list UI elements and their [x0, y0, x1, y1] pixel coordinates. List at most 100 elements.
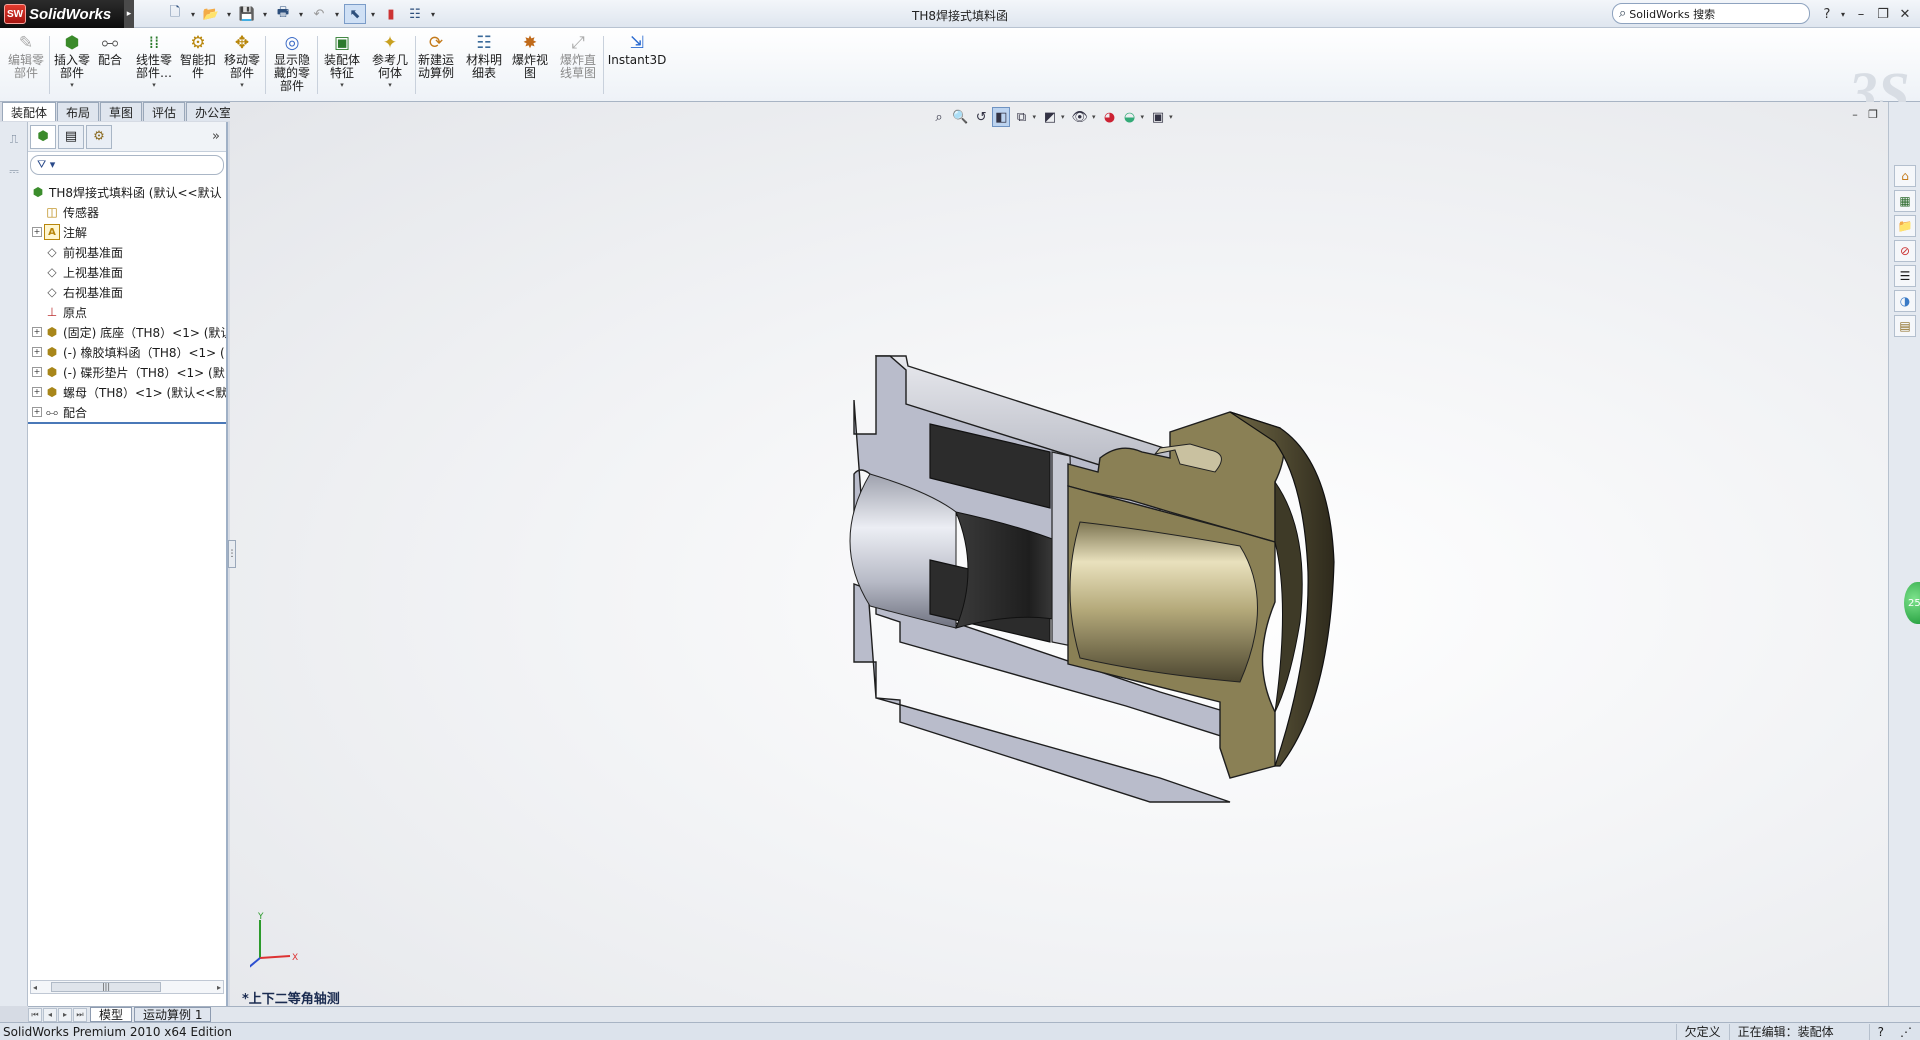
tree-item[interactable]: ◇ 前视基准面 — [28, 242, 226, 262]
print-dropdown[interactable]: ▾ — [296, 4, 306, 24]
view-palette-icon[interactable]: ☰ — [1894, 265, 1916, 287]
property-manager-tab-icon[interactable]: ▤ — [58, 124, 84, 149]
tree-item[interactable]: + A 注解 — [28, 222, 226, 242]
cmd-reference-geometry-button[interactable]: ✦ 参考几 何体 ▾ — [368, 32, 412, 98]
cmd-motion-study-button[interactable]: ⟳ 新建运 动算例 — [414, 32, 458, 98]
cmd-smart-fastener-button[interactable]: ⚙ 智能扣 件 — [178, 32, 218, 98]
zoom-to-area-icon[interactable]: 🔍 — [950, 107, 970, 127]
select-pointer-icon[interactable]: ⬉ — [344, 4, 366, 24]
cmd-explode-line-sketch-button[interactable]: ⤢ 爆炸直 线草图 — [556, 32, 600, 98]
cmd-exploded-view-button[interactable]: ✸ 爆炸视 图 — [508, 32, 552, 98]
tab-motion-study-1[interactable]: 运动算例 1 — [134, 1007, 212, 1022]
save-dropdown[interactable]: ▾ — [260, 4, 270, 24]
tree-item[interactable]: + ⬢ (-) 橡胶填料函（TH8）<1> ( — [28, 342, 226, 362]
file-explorer-icon[interactable]: 📁 — [1894, 215, 1916, 237]
view-orientation-dropdown[interactable]: ▾ — [1032, 113, 1036, 121]
solidworks-resources-icon[interactable]: ⌂ — [1894, 165, 1916, 187]
expand-icon[interactable]: + — [32, 367, 42, 377]
options-icon[interactable]: ☷ — [404, 4, 426, 24]
minimize-icon[interactable]: – — [1850, 4, 1872, 24]
view-orientation-icon[interactable]: ⧉ — [1012, 107, 1030, 127]
apply-scene-icon[interactable]: ◒ — [1121, 107, 1139, 127]
next-tab-icon[interactable]: ▸ — [58, 1007, 72, 1022]
close-icon[interactable]: ✕ — [1894, 4, 1916, 24]
cmd-instant3d-button[interactable]: ⇲ Instant3D — [608, 32, 667, 98]
scroll-right-icon[interactable]: ▸ — [217, 983, 221, 992]
view-settings-icon[interactable]: ▣ — [1149, 107, 1167, 127]
rebuild-icon[interactable]: ▮ — [380, 4, 402, 24]
panel-splitter-handle[interactable]: ⋮ — [228, 540, 237, 568]
scroll-thumb[interactable]: ||| — [51, 982, 162, 992]
tab-evaluate[interactable]: 评估 — [143, 102, 186, 121]
expand-icon[interactable]: + — [32, 407, 42, 417]
hide-show-items-icon[interactable]: 👁 — [1070, 107, 1091, 127]
tree-item[interactable]: ◇ 右视基准面 — [28, 282, 226, 302]
tree-item[interactable]: + ⧟ 配合 — [28, 402, 226, 422]
cmd-edit-component-button[interactable]: ✎ 编辑零 部件 — [6, 32, 46, 98]
custom-properties-icon[interactable]: ▤ — [1894, 315, 1916, 337]
tree-horizontal-scrollbar[interactable]: ◂ ||| ▸ — [30, 980, 224, 994]
previous-view-icon[interactable]: ↺ — [972, 107, 990, 127]
tree-root-assembly[interactable]: ⬢ TH8焊接式填料函 (默认<<默认 — [28, 182, 226, 202]
tree-filter[interactable]: ⛛ ▾ — [30, 155, 224, 175]
restore-icon[interactable]: ❐ — [1872, 4, 1894, 24]
status-help-icon[interactable]: ? — [1868, 1023, 1892, 1040]
display-style-dropdown[interactable]: ▾ — [1061, 113, 1065, 121]
display-style-icon[interactable]: ◩ — [1041, 107, 1059, 127]
expand-icon[interactable]: + — [32, 347, 42, 357]
cmd-assembly-feature-button[interactable]: ▣ 装配体 特征 ▾ — [320, 32, 364, 98]
tab-sketch[interactable]: 草图 — [100, 102, 143, 121]
tab-model[interactable]: 模型 — [90, 1007, 133, 1022]
hide-show-dropdown[interactable]: ▾ — [1092, 113, 1096, 121]
prev-tab-icon[interactable]: ◂ — [43, 1007, 57, 1022]
options-dropdown[interactable]: ▾ — [428, 4, 438, 24]
apply-scene-dropdown[interactable]: ▾ — [1141, 113, 1145, 121]
cmd-dropdown-icon[interactable]: ▾ — [70, 81, 74, 89]
select-dropdown[interactable]: ▾ — [368, 4, 378, 24]
cmd-mate-button[interactable]: ⧟ 配合 — [96, 32, 124, 98]
new-dropdown[interactable]: ▾ — [188, 4, 198, 24]
undo-icon[interactable]: ↶ — [308, 4, 330, 24]
first-tab-icon[interactable]: ⏮ — [28, 1007, 42, 1022]
last-tab-icon[interactable]: ⏭ — [73, 1007, 87, 1022]
cmd-move-component-button[interactable]: ✥ 移动零 部件 ▾ — [222, 32, 262, 98]
design-library-icon[interactable]: ▦ — [1894, 190, 1916, 212]
tree-item[interactable]: + ⬢ (固定) 底座（TH8）<1> (默认 — [28, 322, 226, 342]
cmd-bom-button[interactable]: ☷ 材料明 细表 — [462, 32, 506, 98]
tree-item[interactable]: ◫ 传感器 — [28, 202, 226, 222]
tab-layout[interactable]: 布局 — [57, 102, 100, 121]
open-folder-icon[interactable]: 📂 — [200, 4, 222, 24]
appearances-icon[interactable]: ◑ — [1894, 290, 1916, 312]
expand-panel-icon[interactable]: » — [212, 129, 220, 144]
view-settings-dropdown[interactable]: ▾ — [1169, 113, 1173, 121]
feature-tree-tab-icon[interactable]: ⬢ — [30, 124, 56, 149]
save-icon[interactable]: 💾 — [236, 4, 258, 24]
menu-expand-icon[interactable]: ▸ — [124, 0, 134, 28]
cmd-dropdown-icon[interactable]: ▾ — [340, 81, 344, 89]
cmd-linear-pattern-button[interactable]: ⁞⁞ 线性零 部件… ▾ — [134, 32, 174, 98]
cmd-dropdown-icon[interactable]: ▾ — [240, 81, 244, 89]
flyout-tree-icon[interactable]: ⎍ — [3, 132, 25, 154]
cmd-show-hidden-button[interactable]: ◎ 显示隐 藏的零 部件 — [270, 32, 314, 98]
graphics-area[interactable]: ⌕ 🔍 ↺ ◧ ⧉ ▾ ◩ ▾ 👁 ▾ ◕ ◒ ▾ ▣ ▾ – ❐ Y X *上… — [230, 102, 1888, 1007]
open-dropdown[interactable]: ▾ — [224, 4, 234, 24]
expand-icon[interactable]: + — [32, 387, 42, 397]
edit-appearance-icon[interactable]: ◕ — [1101, 107, 1119, 127]
search-results-icon[interactable]: ⊘ — [1894, 240, 1916, 262]
expand-icon[interactable]: + — [32, 327, 42, 337]
section-view-icon[interactable]: ◧ — [992, 107, 1011, 127]
tree-item[interactable]: ◇ 上视基准面 — [28, 262, 226, 282]
print-icon[interactable]: 🖶 — [272, 4, 294, 24]
tree-item[interactable]: ⊥ 原点 — [28, 302, 226, 322]
viewport-restore-icon[interactable]: ❐ — [1864, 108, 1882, 124]
cmd-dropdown-icon[interactable]: ▾ — [388, 81, 392, 89]
flyout-sketch-icon[interactable]: ⎓ — [3, 164, 25, 186]
app-menu-logo[interactable]: SW SolidWorks ▸ — [0, 0, 134, 28]
tree-item[interactable]: + ⬢ (-) 碟形垫片（TH8）<1> (默 — [28, 362, 226, 382]
tab-assembly[interactable]: 装配体 — [2, 102, 57, 121]
viewport-minimize-icon[interactable]: – — [1846, 108, 1864, 124]
cmd-insert-component-button[interactable]: ⬢ 插入零 部件 ▾ — [52, 32, 92, 98]
cmd-dropdown-icon[interactable]: ▾ — [152, 81, 156, 89]
search-input[interactable]: ⌕ SolidWorks 搜索 — [1612, 3, 1810, 24]
scroll-left-icon[interactable]: ◂ — [33, 983, 37, 992]
